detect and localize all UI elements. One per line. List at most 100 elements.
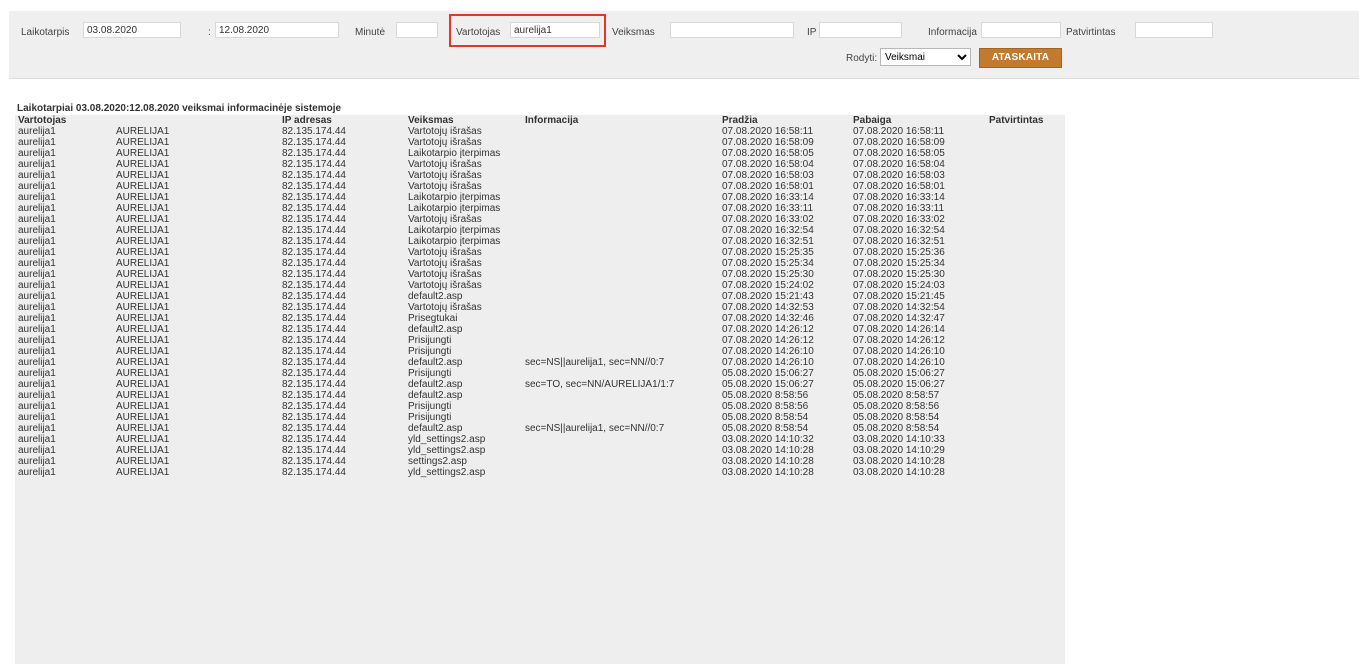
table-row: aurelija1 AURELIJA1 82.135.174.44 default2.… <box>15 324 1065 335</box>
cell-user: aurelija1 <box>18 412 56 423</box>
table-row: aurelija1 AURELIJA1 82.135.174.44 Vartotojų… <box>15 126 1065 137</box>
column-header-user: Vartotojas <box>18 115 67 126</box>
minute-input[interactable] <box>396 22 438 38</box>
cell-username: AURELIJA1 <box>116 313 170 324</box>
cell-ip: 82.135.174.44 <box>282 236 346 247</box>
table-body: aurelija1 AURELIJA1 82.135.174.44 Vartotojų… <box>15 126 1065 478</box>
cell-ip: 82.135.174.44 <box>282 346 346 357</box>
cell-info <box>522 247 719 258</box>
cell-user: aurelija1 <box>18 280 56 291</box>
cell-username: AURELIJA1 <box>116 390 170 401</box>
cell-action: Vartotojų išrašas <box>408 170 482 181</box>
cell-username: AURELIJA1 <box>116 456 170 467</box>
period-label: Laikotarpis <box>21 27 70 38</box>
cell-username: AURELIJA1 <box>116 423 170 434</box>
period-separator: : <box>208 27 211 38</box>
cell-user: aurelija1 <box>18 181 56 192</box>
cell-start: 07.08.2020 16:58:04 <box>722 159 814 170</box>
cell-end: 07.08.2020 15:25:36 <box>853 247 945 258</box>
cell-ip: 82.135.174.44 <box>282 291 346 302</box>
cell-username: AURELIJA1 <box>116 192 170 203</box>
cell-info: sec=TO, sec=NN/AURELIJA1/1:7 <box>525 379 675 390</box>
cell-action: default2.asp <box>408 324 463 335</box>
action-input[interactable] <box>670 22 794 38</box>
cell-user: aurelija1 <box>18 291 56 302</box>
cell-ip: 82.135.174.44 <box>282 445 346 456</box>
cell-end: 07.08.2020 15:25:34 <box>853 258 945 269</box>
cell-ip: 82.135.174.44 <box>282 159 346 170</box>
ip-input[interactable] <box>819 22 902 38</box>
cell-end: 07.08.2020 16:58:04 <box>853 159 945 170</box>
report-button[interactable]: ATASKAITA <box>979 48 1062 68</box>
table-row: aurelija1 AURELIJA1 82.135.174.44 yld_setti… <box>15 467 1065 478</box>
cell-user: aurelija1 <box>18 335 56 346</box>
cell-end: 07.08.2020 14:26:10 <box>853 357 945 368</box>
cell-confirmed <box>986 159 1065 170</box>
cell-ip: 82.135.174.44 <box>282 423 346 434</box>
info-input[interactable] <box>981 22 1061 38</box>
cell-action: Vartotojų išrašas <box>408 280 482 291</box>
cell-action: Laikotarpio įterpimas <box>408 225 501 236</box>
cell-confirmed <box>986 291 1065 302</box>
cell-confirmed <box>986 148 1065 159</box>
cell-start: 07.08.2020 16:33:14 <box>722 192 814 203</box>
cell-confirmed <box>986 412 1065 423</box>
cell-end: 03.08.2020 14:10:28 <box>853 456 945 467</box>
cell-action: default2.asp <box>408 379 463 390</box>
cell-start: 07.08.2020 15:21:43 <box>722 291 814 302</box>
cell-ip: 82.135.174.44 <box>282 456 346 467</box>
cell-start: 07.08.2020 15:24:02 <box>722 280 814 291</box>
cell-confirmed <box>986 181 1065 192</box>
cell-start: 07.08.2020 16:58:05 <box>722 148 814 159</box>
period-from-input[interactable] <box>83 22 181 38</box>
cell-username: AURELIJA1 <box>116 137 170 148</box>
cell-username: AURELIJA1 <box>116 159 170 170</box>
cell-user: aurelija1 <box>18 247 56 258</box>
report-title: Laikotarpiai 03.08.2020:12.08.2020 veiks… <box>17 103 342 114</box>
cell-confirmed <box>986 313 1065 324</box>
cell-info <box>522 368 719 379</box>
cell-start: 05.08.2020 8:58:54 <box>722 423 809 434</box>
user-input[interactable] <box>510 22 600 38</box>
cell-username: AURELIJA1 <box>116 324 170 335</box>
cell-ip: 82.135.174.44 <box>282 467 346 478</box>
cell-end: 07.08.2020 14:26:12 <box>853 335 945 346</box>
confirmed-input[interactable] <box>1135 22 1213 38</box>
cell-confirmed <box>986 126 1065 137</box>
table-row: aurelija1 AURELIJA1 82.135.174.44 Prisijung… <box>15 368 1065 379</box>
cell-end: 07.08.2020 16:58:01 <box>853 181 945 192</box>
table-row: aurelija1 AURELIJA1 82.135.174.44 Vartotojų… <box>15 269 1065 280</box>
cell-action: Vartotojų išrašas <box>408 302 482 313</box>
cell-start: 07.08.2020 16:33:02 <box>722 214 814 225</box>
period-to-input[interactable] <box>215 22 339 38</box>
cell-action: Laikotarpio įterpimas <box>408 192 501 203</box>
cell-username: AURELIJA1 <box>116 445 170 456</box>
column-header-info: Informacija <box>525 115 579 126</box>
cell-confirmed <box>986 236 1065 247</box>
cell-info <box>522 258 719 269</box>
confirmed-label: Patvirtintas <box>1066 27 1116 38</box>
cell-info <box>522 159 719 170</box>
cell-user: aurelija1 <box>18 170 56 181</box>
cell-ip: 82.135.174.44 <box>282 401 346 412</box>
table-row: aurelija1 AURELIJA1 82.135.174.44 Vartotojų… <box>15 181 1065 192</box>
cell-info <box>522 126 719 137</box>
cell-user: aurelija1 <box>18 379 56 390</box>
cell-action: default2.asp <box>408 390 463 401</box>
table-row: aurelija1 AURELIJA1 82.135.174.44 Vartotojų… <box>15 137 1065 148</box>
cell-ip: 82.135.174.44 <box>282 357 346 368</box>
column-header-confirmed: Patvirtintas <box>989 115 1044 126</box>
cell-start: 07.08.2020 15:25:35 <box>722 247 814 258</box>
cell-info <box>522 434 719 445</box>
table-row: aurelija1 AURELIJA1 82.135.174.44 Vartotojų… <box>15 170 1065 181</box>
cell-start: 05.08.2020 8:58:54 <box>722 412 809 423</box>
show-select[interactable]: Veiksmai <box>880 48 971 66</box>
cell-user: aurelija1 <box>18 302 56 313</box>
cell-start: 03.08.2020 14:10:32 <box>722 434 814 445</box>
cell-action: settings2.asp <box>408 456 467 467</box>
cell-end: 07.08.2020 16:33:14 <box>853 192 945 203</box>
cell-end: 05.08.2020 8:58:54 <box>853 423 940 434</box>
cell-end: 07.08.2020 16:58:09 <box>853 137 945 148</box>
action-label: Veiksmas <box>612 27 655 38</box>
cell-confirmed <box>986 280 1065 291</box>
